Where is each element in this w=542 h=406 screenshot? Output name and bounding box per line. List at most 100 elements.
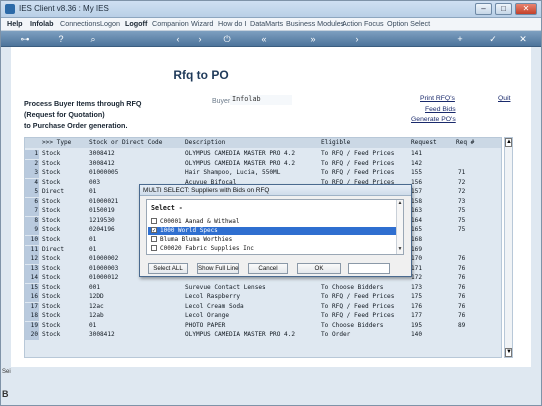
cell-code: 0204196 (89, 226, 115, 234)
header-request[interactable]: Request (411, 139, 437, 146)
cell-req-number: 75 (458, 207, 466, 215)
generate-pos-link[interactable]: Generate PO's (411, 116, 456, 123)
select-all-button[interactable]: Select ALL (148, 263, 188, 274)
table-row[interactable]: 15 Stock 001 Surevue Contact Lenses To Choos… (25, 283, 501, 293)
menu-logon[interactable]: Logon (100, 19, 120, 28)
cell-type: Stock (42, 197, 61, 205)
menu-help[interactable]: Help (7, 19, 23, 28)
cell-type: Stock (42, 302, 61, 310)
key-icon[interactable]: ⊶ (15, 33, 35, 45)
fast-forward-icon[interactable]: » (307, 33, 319, 45)
list-scroll-up-icon[interactable]: ▲ (397, 200, 403, 208)
cell-type: Stock (42, 207, 61, 215)
table-row[interactable]: 18 Stock 12ab Lecol Orange To RFQ / Feed Pri… (25, 311, 501, 322)
search-icon[interactable]: ⌕ (87, 33, 99, 45)
menu-wizard[interactable]: Wizard (191, 19, 213, 28)
menu-how-do-i[interactable]: How do I (218, 19, 246, 28)
table-row[interactable]: 19 Stock 01 PHOTO PAPER To Choose Bidders 195… (25, 321, 501, 331)
ok-button[interactable]: OK (297, 263, 341, 274)
cell-description: Lecol Cream Soda (185, 302, 244, 310)
maximize-button[interactable]: □ (495, 3, 512, 15)
quit-link[interactable]: Quit (498, 95, 510, 102)
supplier-checkbox[interactable] (151, 236, 157, 242)
cell-eligible: To Choose Bidders (321, 283, 384, 291)
close-icon[interactable]: ✕ (517, 33, 529, 45)
menu-action-focus[interactable]: Action Focus (342, 19, 384, 28)
list-scroll-down-icon[interactable]: ▼ (397, 246, 403, 254)
cell-request: 172 (411, 274, 423, 282)
next-icon[interactable]: › (351, 33, 363, 45)
grid-scrollbar[interactable]: ▲ ▼ (504, 137, 513, 358)
cell-request: 165 (411, 226, 423, 234)
cell-type: Direct (42, 245, 65, 253)
cell-request: 168 (411, 235, 423, 243)
help-icon[interactable]: ? (55, 33, 67, 45)
header-req-number[interactable]: Req # (456, 139, 474, 146)
menu-logoff[interactable]: Logoff (125, 19, 147, 28)
buyer-field[interactable]: Infolab (230, 95, 292, 105)
close-button[interactable]: ✕ (515, 3, 537, 15)
supplier-checkbox[interactable] (151, 245, 157, 251)
menu-connections[interactable]: Connections (60, 19, 100, 28)
table-row[interactable]: 20 Stock 3008412 OLYMPUS CAMEDIA MASTER PRO… (25, 330, 501, 341)
cell-request: 177 (411, 312, 423, 320)
table-row[interactable]: 16 Stock 12DD Lecol Raspberry To RFQ / Feed … (25, 292, 501, 303)
supplier-checkbox[interactable] (151, 218, 157, 224)
header-eligible[interactable]: Eligible (321, 139, 350, 146)
menu-infolab[interactable]: Infolab (30, 19, 54, 28)
show-full-line-button[interactable]: Show Full Line (197, 263, 239, 274)
cell-request: 171 (411, 264, 423, 272)
scroll-down-icon[interactable]: ▼ (505, 348, 512, 357)
table-row[interactable]: 1 Stock 3008412 OLYMPUS CAMEDIA MASTER PRO … (25, 149, 501, 159)
cell-request: 164 (411, 216, 423, 224)
supplier-option[interactable]: ✓ 1000 World Specs (148, 227, 401, 235)
table-row[interactable]: 2 Stock 3008412 OLYMPUS CAMEDIA MASTER PRO … (25, 159, 501, 169)
feed-bids-link[interactable]: Feed Bids (425, 106, 456, 113)
cell-code: 01000021 (89, 197, 119, 205)
cell-request: 163 (411, 207, 423, 215)
supplier-option[interactable]: C00001 Aanad & Withwal (148, 218, 401, 226)
cell-code: 01000012 (89, 274, 119, 282)
check-icon[interactable]: ✓ (487, 33, 499, 45)
app-icon (5, 4, 15, 14)
rewind-icon[interactable]: « (258, 33, 270, 45)
add-icon[interactable]: + (454, 33, 466, 45)
blank-field[interactable] (348, 263, 390, 274)
table-row[interactable]: 17 Stock 12ac Lecol Cream Soda To RFQ / Feed… (25, 302, 501, 312)
header-description[interactable]: Description (185, 139, 225, 146)
cell-eligible: To RFQ / Feed Prices (321, 169, 395, 177)
minimize-button[interactable]: – (475, 3, 492, 15)
menu-business-modules[interactable]: Business Modules (286, 19, 344, 28)
cell-req-number: 76 (458, 274, 466, 282)
page-description: Process Buyer Items through RFQ (Request… (24, 98, 141, 131)
cancel-button[interactable]: Cancel (248, 263, 288, 274)
row-number: 20 (25, 331, 39, 341)
scroll-up-icon[interactable]: ▲ (505, 138, 512, 147)
back-icon[interactable]: ‹ (172, 33, 184, 45)
header-code[interactable]: Stock or Direct Code (89, 139, 162, 146)
select-heading: Select - (151, 204, 183, 212)
description-line-2: (Request for Quotation) (24, 110, 105, 119)
print-rfqs-link[interactable]: Print RFQ's (420, 95, 455, 102)
cell-request: 176 (411, 302, 423, 310)
header-type[interactable]: >>> Type (42, 139, 71, 146)
menu-companion[interactable]: Companion (152, 19, 189, 28)
cell-type: Stock (42, 235, 61, 243)
cell-description: OLYMPUS CAMEDIA MASTER PRO 4.2 (185, 159, 296, 167)
cell-request: 141 (411, 150, 423, 157)
list-scrollbar[interactable]: ▲ ▼ (396, 200, 403, 254)
table-row[interactable]: 3 Stock 01000005 Hair Shampoo, Lucia, 550ML… (25, 168, 501, 179)
cell-type: Stock (42, 178, 61, 186)
supplier-list[interactable]: Select - C00001 Aanad & Withwal ✓ 1000 Wor… (146, 199, 404, 255)
power-icon[interactable]: ⏻ (221, 33, 233, 45)
cell-description: Lecol Raspberry (185, 293, 241, 301)
supplier-option[interactable]: Bluma Bluma Worthies (148, 236, 401, 244)
supplier-option[interactable]: C00020 Fabric Supplies Inc (148, 245, 401, 253)
menu-option-select[interactable]: Option Select (387, 19, 430, 28)
menu-datamarts[interactable]: DataMarts (250, 19, 283, 28)
forward-icon[interactable]: › (194, 33, 206, 45)
cell-req-number: 71 (458, 169, 466, 177)
cell-type: Stock (42, 159, 61, 167)
supplier-checkbox[interactable]: ✓ (151, 227, 157, 234)
cell-type: Stock (42, 264, 61, 272)
